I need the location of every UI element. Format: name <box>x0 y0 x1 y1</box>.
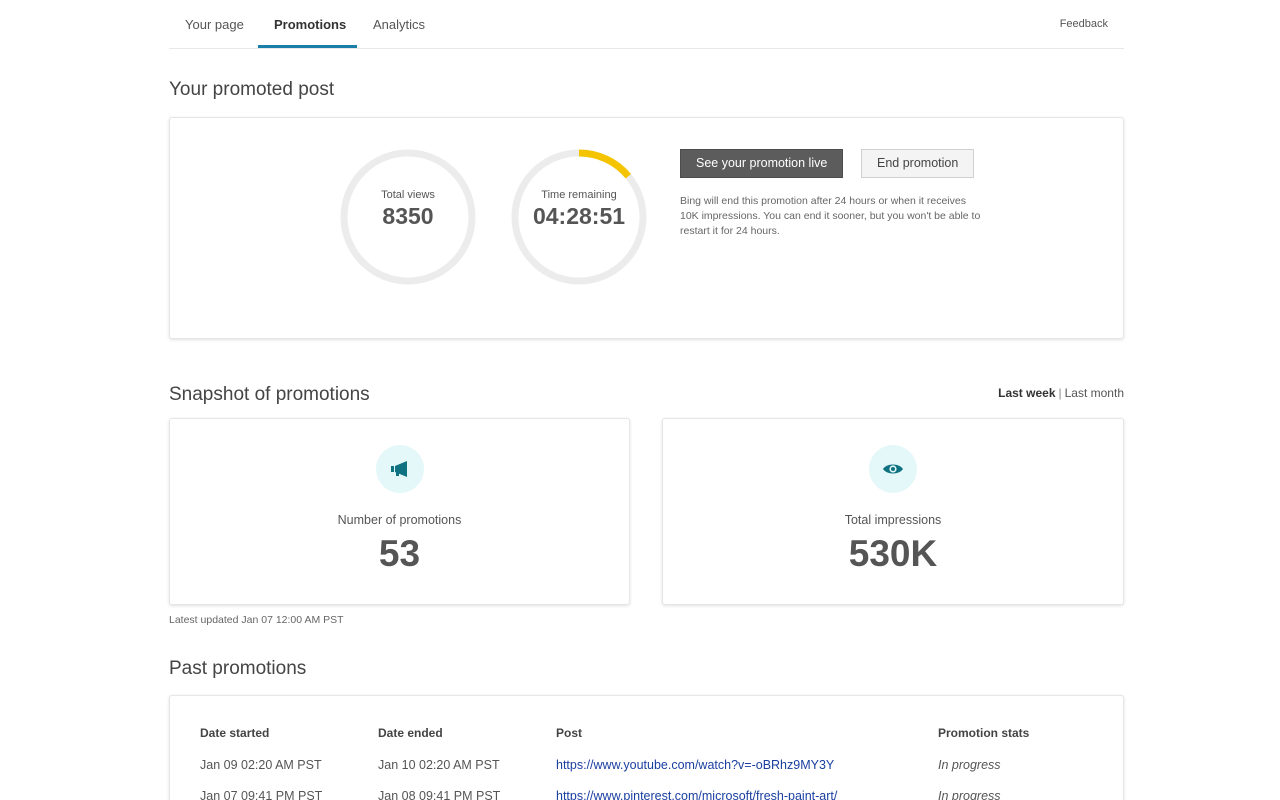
impressions-card: Total impressions 530K <box>662 418 1124 605</box>
impressions-label: Total impressions <box>844 513 942 527</box>
column-header-date-started: Date started <box>200 726 270 740</box>
promoted-post-card: Total views 8350 Time remaining 04:28:51… <box>169 117 1124 339</box>
total-views-ring: Total views 8350 <box>338 147 478 287</box>
row-1-date-started: Jan 09 02:20 AM PST <box>200 758 322 772</box>
megaphone-icon <box>375 445 424 493</box>
promotion-note: Bing will end this promotion after 24 ho… <box>680 195 981 237</box>
range-last-week[interactable]: Last week <box>998 386 1055 400</box>
row-1-stats: In progress <box>938 758 1001 772</box>
column-header-date-ended: Date ended <box>378 726 443 740</box>
total-views-value: 8350 <box>382 203 434 229</box>
time-remaining-label: Time remaining <box>541 189 617 201</box>
row-1-date-ended: Jan 10 02:20 AM PST <box>378 758 500 772</box>
past-promotions-table <box>169 695 1124 800</box>
end-promotion-button[interactable]: End promotion <box>861 149 975 178</box>
row-2-post-link[interactable]: https://www.pinterest.com/microsoft/fres… <box>556 789 837 800</box>
feedback-link[interactable]: Feedback <box>1060 0 1108 49</box>
row-1-post-link[interactable]: https://www.youtube.com/watch?v=-oBRhz9M… <box>556 758 834 772</box>
row-2-date-started: Jan 07 09:41 PM PST <box>200 789 323 800</box>
time-remaining-ring: Time remaining 04:28:51 <box>509 147 649 287</box>
tab-promotions[interactable]: Promotions <box>274 0 346 49</box>
tab-your-page[interactable]: Your page <box>185 0 244 49</box>
range-separator: | <box>1058 386 1062 400</box>
column-header-promotion-stats: Promotion stats <box>938 726 1030 740</box>
column-header-post: Post <box>556 726 583 740</box>
range-last-month[interactable]: Last month <box>1065 386 1124 400</box>
see-promotion-live-button[interactable]: See your promotion live <box>680 149 844 178</box>
impressions-value: 530K <box>848 533 938 574</box>
row-2-date-ended: Jan 08 09:41 PM PST <box>378 789 501 800</box>
page-container: Your page Promotions Analytics Feedback … <box>169 0 1124 800</box>
tab-analytics[interactable]: Analytics <box>373 0 425 49</box>
eye-icon-graphic <box>883 464 903 474</box>
active-tab-indicator <box>258 45 357 48</box>
total-views-label: Total views <box>381 189 435 201</box>
promotions-count-label: Number of promotions <box>337 513 462 527</box>
eye-icon <box>869 445 917 493</box>
top-nav: Your page Promotions Analytics Feedback <box>169 0 1124 49</box>
promoted-post-heading: Your promoted post <box>169 79 335 100</box>
promotions-count-value: 53 <box>378 533 421 574</box>
row-2-stats: In progress <box>938 789 1001 800</box>
last-updated-text: Latest updated Jan 07 12:00 AM PST <box>169 614 344 626</box>
snapshot-heading: Snapshot of promotions <box>169 384 370 405</box>
time-remaining-value: 04:28:51 <box>532 203 626 229</box>
megaphone-icon-graphic <box>390 461 407 477</box>
past-promotions-heading: Past promotions <box>169 658 307 679</box>
promotions-count-card: Number of promotions 53 <box>169 418 630 605</box>
range-selector: Last week | Last month <box>998 386 1124 400</box>
